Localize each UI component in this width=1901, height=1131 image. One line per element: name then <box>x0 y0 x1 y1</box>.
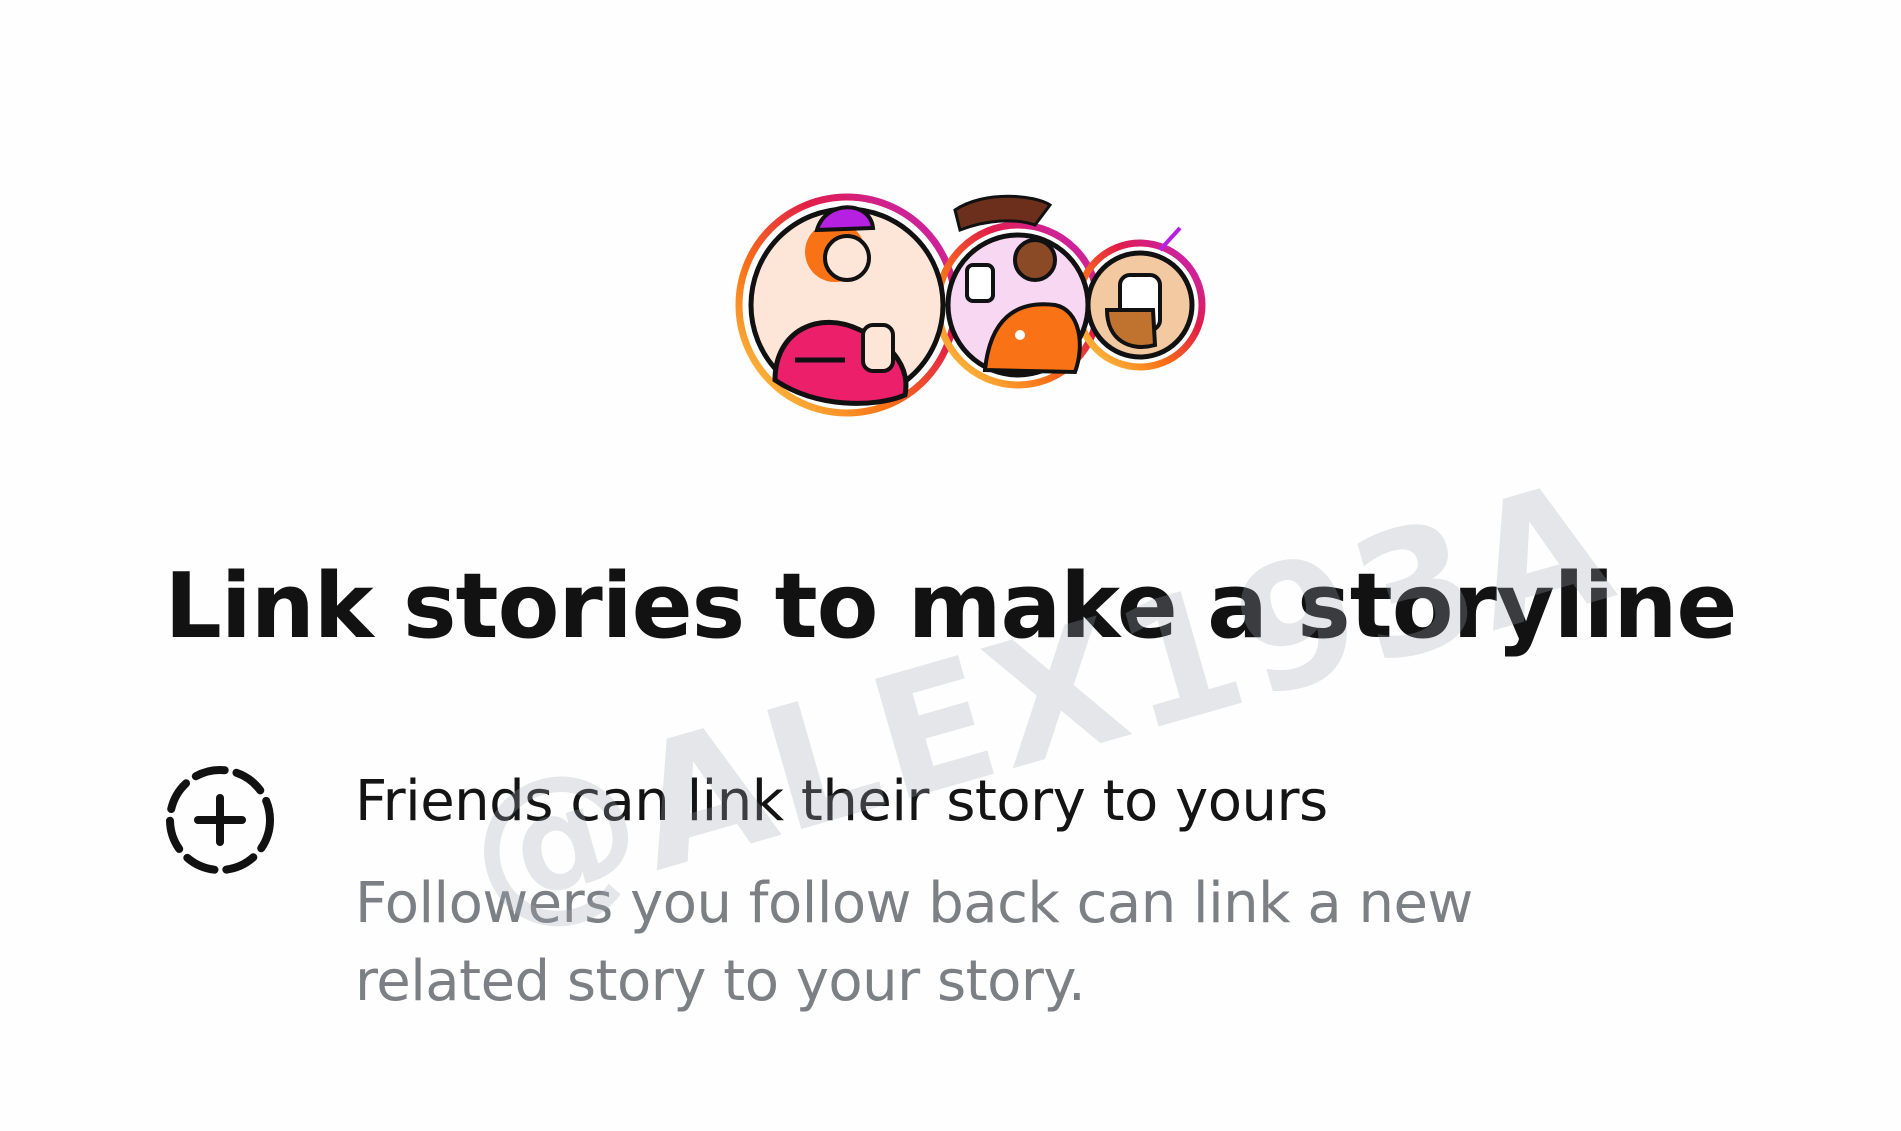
story-add-dashed-circle-icon <box>160 760 280 880</box>
feature-description: Followers you follow back can link a new… <box>355 871 1473 1014</box>
feature-item-link-story: Friends can link their story to yours Fo… <box>160 760 1760 1060</box>
storyline-illustration <box>735 180 1215 425</box>
onboarding-sheet: Link stories to make a storyline Friends… <box>0 0 1901 1131</box>
feature-heading: Friends can link their story to yours <box>355 769 1328 834</box>
page-title: Link stories to make a storyline <box>164 554 1738 659</box>
